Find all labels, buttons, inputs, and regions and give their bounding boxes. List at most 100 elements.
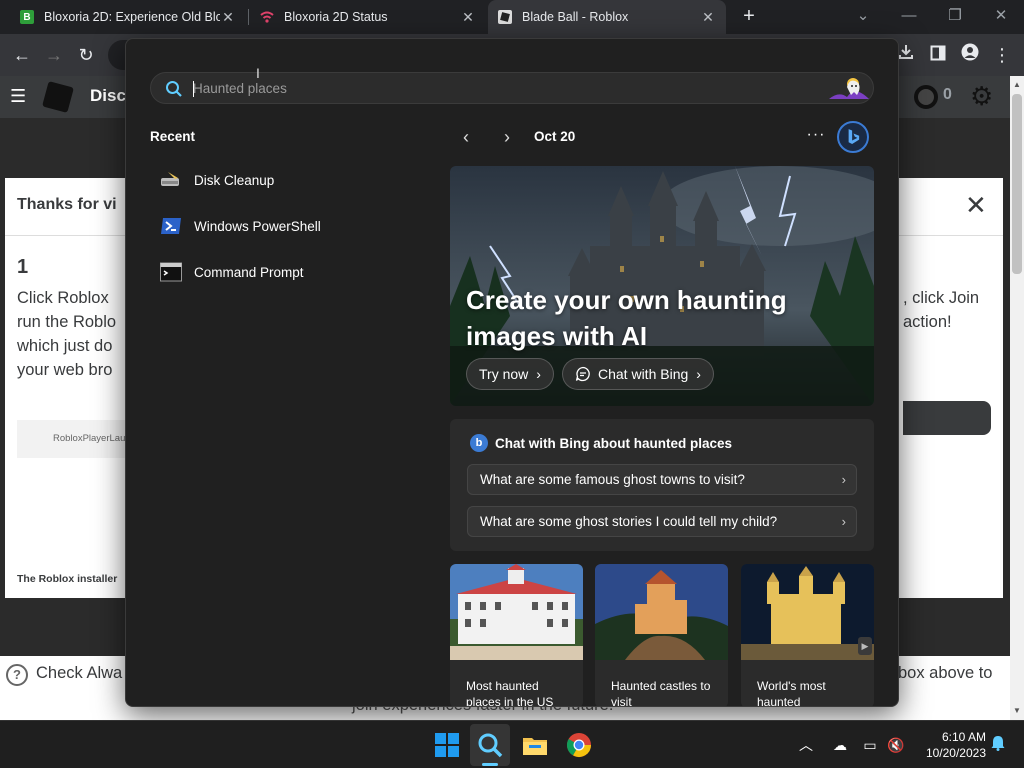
- suggested-question[interactable]: What are some famous ghost towns to visi…: [467, 464, 857, 495]
- display-icon[interactable]: ▭: [860, 735, 880, 755]
- search-highlight-ghost-icon[interactable]: [827, 75, 871, 101]
- restore-icon[interactable]: ❐: [943, 4, 967, 28]
- kebab-menu-icon[interactable]: ⋮: [990, 43, 1014, 67]
- reload-icon[interactable]: ↻: [74, 43, 98, 67]
- wifi-status-favicon-icon: [260, 10, 274, 24]
- chevron-right-icon: ›: [841, 514, 846, 529]
- roblox-favicon-icon: [498, 10, 512, 24]
- show-hidden-icons-chevron-icon[interactable]: ︿: [796, 735, 816, 755]
- instruction-line: action!: [903, 313, 952, 331]
- chat-card-header: b Chat with Bing about haunted places: [470, 434, 732, 452]
- join-button[interactable]: [903, 401, 991, 435]
- robux-icon[interactable]: [914, 85, 938, 109]
- question-text: What are some ghost stories I could tell…: [480, 514, 778, 529]
- command-prompt-icon: [160, 262, 182, 282]
- tab-bloxoria-experience[interactable]: B Bloxoria 2D: Experience Old Blox ✕: [10, 0, 246, 34]
- new-tab-button[interactable]: +: [738, 5, 760, 27]
- bing-icon: b: [470, 434, 488, 452]
- notification-bell-icon[interactable]: [988, 735, 1008, 755]
- scroll-up-icon[interactable]: ▲: [1012, 80, 1022, 90]
- windows-search-flyout: I Recent Disk Cleanup Windows PowerShell…: [125, 38, 899, 707]
- close-icon[interactable]: ✕: [220, 9, 236, 26]
- close-icon[interactable]: ✕: [460, 9, 476, 26]
- onedrive-icon[interactable]: ☁: [830, 735, 850, 755]
- discover-link[interactable]: Disc: [90, 86, 126, 106]
- file-explorer-icon[interactable]: [521, 731, 549, 759]
- chrome-icon[interactable]: [565, 731, 593, 759]
- check-box-text: box above to: [898, 664, 993, 682]
- robux-count: 0: [943, 86, 952, 103]
- system-clock[interactable]: 6:10 AM 10/20/2023: [912, 729, 986, 761]
- recent-item-label: Windows PowerShell: [194, 218, 321, 234]
- scroll-down-icon[interactable]: ▼: [1012, 706, 1022, 716]
- search-input[interactable]: [193, 77, 793, 99]
- browser-tab-strip: B Bloxoria 2D: Experience Old Blox ✕ Blo…: [0, 0, 1024, 34]
- disk-cleanup-icon: [161, 172, 179, 186]
- next-arrow-icon[interactable]: ›: [497, 127, 517, 147]
- side-panel-icon[interactable]: [926, 43, 950, 67]
- tab-search-chevron-icon[interactable]: ⌄: [851, 4, 875, 28]
- chevron-right-icon: ›: [841, 472, 846, 487]
- recent-item-command-prompt[interactable]: Command Prompt: [160, 258, 420, 286]
- tab-title: Bloxoria 2D Status: [284, 10, 388, 24]
- recent-item-disk-cleanup[interactable]: Disk Cleanup: [160, 166, 420, 194]
- thumbnail-card[interactable]: Most haunted places in the US: [450, 564, 583, 706]
- previous-arrow-icon[interactable]: ‹: [456, 127, 476, 147]
- highlight-date: Oct 20: [534, 129, 576, 144]
- thumbnail-card[interactable]: World's most haunted: [741, 564, 874, 707]
- profile-icon[interactable]: [958, 43, 982, 67]
- clock-time: 6:10 AM: [941, 730, 986, 744]
- tab-bloxoria-status[interactable]: Bloxoria 2D Status ✕: [250, 0, 486, 34]
- windows-start-icon[interactable]: [433, 731, 461, 759]
- scroll-thumb[interactable]: [1012, 94, 1022, 274]
- recent-header: Recent: [150, 129, 196, 144]
- instruction-line: which just do: [17, 337, 113, 355]
- chat-card-title: Chat with Bing about haunted places: [495, 435, 733, 451]
- page-scrollbar[interactable]: ▲ ▼: [1010, 76, 1024, 720]
- recent-item-label: Command Prompt: [194, 264, 304, 280]
- chevron-right-icon: ›: [536, 366, 541, 382]
- tab-title: Bloxoria 2D: Experience Old Blox: [44, 10, 220, 24]
- back-arrow-icon[interactable]: ←: [10, 43, 34, 67]
- hero-card[interactable]: Create your own haunting images with AI …: [450, 166, 874, 406]
- gear-icon[interactable]: ⚙: [970, 82, 998, 110]
- modal-instructions-left: Click Roblox run the Roblo which just do…: [17, 286, 132, 382]
- active-indicator: [482, 763, 498, 766]
- help-icon[interactable]: ?: [6, 664, 28, 686]
- recent-item-powershell[interactable]: Windows PowerShell: [160, 212, 420, 240]
- search-icon: [166, 81, 182, 97]
- window-close-icon[interactable]: ✕: [989, 4, 1013, 28]
- tower-of-london-image: [741, 564, 874, 660]
- step-number: 1: [17, 256, 29, 278]
- chat-with-bing-button[interactable]: Chat with Bing ›: [562, 358, 714, 390]
- close-icon[interactable]: ✕: [965, 190, 987, 221]
- scroll-right-icon[interactable]: ▶: [858, 637, 872, 655]
- tab-title: Blade Ball - Roblox: [522, 10, 629, 24]
- close-icon[interactable]: ✕: [700, 9, 716, 26]
- recent-item-label: Disk Cleanup: [194, 172, 275, 188]
- thumbnail-caption: Haunted castles to visit: [611, 679, 711, 707]
- suggested-question[interactable]: What are some ghost stories I could tell…: [467, 506, 857, 537]
- haunted-hotel-image: [450, 564, 583, 660]
- forward-arrow-icon[interactable]: →: [42, 43, 66, 67]
- powershell-icon: [161, 218, 181, 234]
- chevron-right-icon: ›: [696, 366, 701, 382]
- roblox-logo[interactable]: [42, 81, 74, 113]
- button-label: Try now: [479, 366, 529, 382]
- try-now-button[interactable]: Try now ›: [466, 358, 554, 390]
- thumbnail-card[interactable]: Haunted castles to visit: [595, 564, 728, 707]
- hamburger-menu-icon[interactable]: ☰: [10, 86, 32, 108]
- tab-blade-ball[interactable]: Blade Ball - Roblox ✕: [488, 0, 726, 34]
- haunted-castle-thumb-image: [595, 564, 728, 660]
- volume-muted-icon[interactable]: 🔇: [886, 735, 906, 755]
- mouse-ibeam-cursor-icon: I: [256, 65, 260, 81]
- minimize-icon[interactable]: —: [897, 4, 921, 28]
- more-options-icon[interactable]: ···: [806, 125, 826, 145]
- search-icon[interactable]: [476, 731, 504, 759]
- modal-title: Thanks for vi: [17, 196, 117, 213]
- bing-chat-icon[interactable]: [837, 121, 869, 153]
- question-text: What are some famous ghost towns to visi…: [480, 472, 745, 487]
- instruction-line: run the Roblo: [17, 313, 117, 331]
- installer-file-chip[interactable]: RobloxPlayerLau: [17, 420, 132, 458]
- thumbnail-caption: World's most haunted: [757, 679, 826, 707]
